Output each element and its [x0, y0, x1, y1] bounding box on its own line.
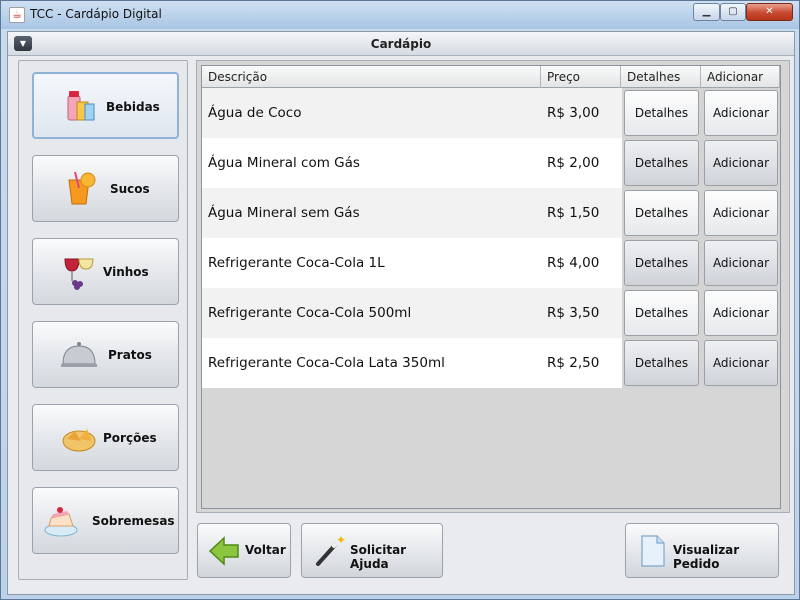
add-button[interactable]: Adicionar [704, 240, 778, 286]
sidebar-item-label: Sobremesas [92, 514, 175, 528]
table-header: Descrição Preço Detalhes Adicionar [202, 66, 780, 88]
maximize-icon: ▢ [728, 6, 738, 17]
sidebar-item-bebidas[interactable]: Bebidas [32, 72, 179, 139]
svg-text:✦: ✦ [336, 534, 346, 547]
panel-title: Cardápio [370, 37, 432, 51]
item-description: Refrigerante Coca-Cola Lata 350ml [208, 355, 445, 371]
add-button[interactable]: Adicionar [704, 190, 778, 236]
details-button[interactable]: Detalhes [624, 190, 699, 236]
item-description: Água Mineral sem Gás [208, 205, 360, 221]
category-sidebar: Bebidas Sucos Vinhos Pratos Porções Sobr… [18, 60, 188, 580]
item-price: R$ 2,00 [547, 155, 600, 171]
sidebar-item-vinhos[interactable]: Vinhos [32, 238, 179, 305]
table-row: Água Mineral sem Gás R$ 1,50 Detalhes Ad… [202, 188, 780, 238]
back-button[interactable]: Voltar [197, 523, 291, 578]
item-price: R$ 1,50 [547, 205, 600, 221]
table-row: Refrigerante Coca-Cola 500ml R$ 3,50 Det… [202, 288, 780, 338]
close-icon: ✕ [765, 6, 774, 17]
details-button[interactable]: Detalhes [624, 290, 699, 336]
window-title: TCC - Cardápio Digital [30, 7, 162, 21]
add-button[interactable]: Adicionar [704, 290, 778, 336]
item-description: Água de Coco [208, 105, 302, 121]
arrow-left-icon [208, 536, 239, 566]
sidebar-item-label: Vinhos [103, 265, 149, 279]
sidebar-item-sucos[interactable]: Sucos [32, 155, 179, 222]
sidebar-item-label: Sucos [110, 182, 150, 196]
products-panel: Descrição Preço Detalhes Adicionar Água … [196, 60, 790, 513]
help-button-label: Solicitar Ajuda [350, 543, 407, 571]
app-window: ☕ TCC - Cardápio Digital ▁ ▢ ✕ ▼ Cardápi… [0, 0, 800, 600]
back-button-label: Voltar [245, 543, 286, 557]
item-description: Refrigerante Coca-Cola 500ml [208, 305, 412, 321]
table-row: Água Mineral com Gás R$ 2,00 Detalhes Ad… [202, 138, 780, 188]
snacks-icon [62, 429, 96, 452]
cake-icon [44, 507, 78, 537]
add-button[interactable]: Adicionar [704, 140, 778, 186]
column-header-adicionar[interactable]: Adicionar [701, 66, 780, 88]
drinks-icon [67, 91, 95, 121]
add-button[interactable]: Adicionar [704, 340, 778, 386]
maximize-button[interactable]: ▢ [720, 3, 746, 21]
item-description: Água Mineral com Gás [208, 155, 360, 171]
column-header-detalhes[interactable]: Detalhes [621, 66, 701, 88]
sidebar-item-label: Pratos [108, 348, 152, 362]
view-order-button-label: Visualizar Pedido [673, 543, 740, 571]
details-button[interactable]: Detalhes [624, 340, 699, 386]
item-price: R$ 3,50 [547, 305, 600, 321]
title-bar: ☕ TCC - Cardápio Digital ▁ ▢ ✕ [1, 1, 799, 29]
table-row: Água de Coco R$ 3,00 Detalhes Adicionar [202, 88, 780, 138]
wine-icon [64, 258, 94, 290]
internal-frame: ▼ Cardápio Bebidas Sucos Vinhos Pratos P… [7, 31, 795, 595]
sidebar-item-sobremesas[interactable]: Sobremesas [32, 487, 179, 554]
table-row: Refrigerante Coca-Cola Lata 350ml R$ 2,5… [202, 338, 780, 388]
sidebar-item-label: Bebidas [106, 100, 160, 114]
add-button[interactable]: Adicionar [704, 90, 778, 136]
details-button[interactable]: Detalhes [624, 140, 699, 186]
cloche-icon [61, 342, 97, 367]
item-price: R$ 3,00 [547, 105, 600, 121]
column-header-descricao[interactable]: Descrição [202, 66, 541, 88]
sidebar-item-label: Porções [103, 431, 157, 445]
sidebar-item-porcoes[interactable]: Porções [32, 404, 179, 471]
item-price: R$ 4,00 [547, 255, 600, 271]
view-order-button[interactable]: Visualizar Pedido [625, 523, 779, 578]
table-row: Refrigerante Coca-Cola 1L R$ 4,00 Detalh… [202, 238, 780, 288]
panel-header: ▼ Cardápio [8, 32, 794, 56]
products-table: Descrição Preço Detalhes Adicionar Água … [201, 65, 781, 509]
help-button[interactable]: ✦ Solicitar Ajuda [301, 523, 443, 578]
details-button[interactable]: Detalhes [624, 90, 699, 136]
item-price: R$ 2,50 [547, 355, 600, 371]
item-description: Refrigerante Coca-Cola 1L [208, 255, 385, 271]
document-icon [641, 535, 665, 567]
details-button[interactable]: Detalhes [624, 240, 699, 286]
minimize-button[interactable]: ▁ [693, 3, 720, 21]
magic-wand-icon: ✦ [316, 534, 346, 566]
juice-icon [68, 171, 96, 205]
column-header-preco[interactable]: Preço [541, 66, 621, 88]
minimize-icon: ▁ [702, 6, 711, 17]
sidebar-item-pratos[interactable]: Pratos [32, 321, 179, 388]
close-button[interactable]: ✕ [746, 3, 793, 21]
java-cup-icon: ☕ [9, 7, 25, 23]
